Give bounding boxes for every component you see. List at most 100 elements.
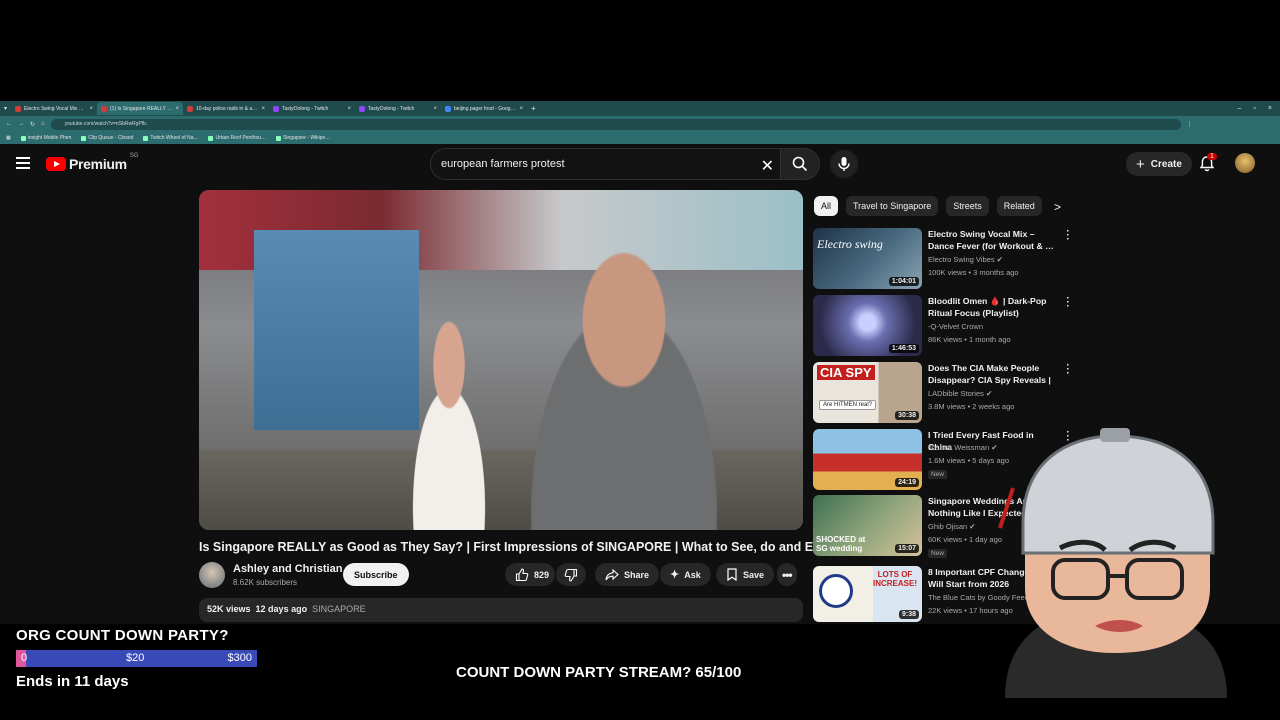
goal-progress-bar: 0 $20 $300 — [16, 650, 257, 667]
tab-search-chevron-icon[interactable]: ▾ — [0, 105, 11, 112]
bookmark-favicon-icon — [20, 135, 26, 141]
url-field[interactable]: youtube.com/watch?v=nSbRwRgPflc — [50, 118, 1181, 130]
browser-tab[interactable]: 10-day police raids in & arou… × — [183, 102, 269, 115]
thumbnail-text: Electro swing — [817, 237, 883, 251]
video-thumbnail[interactable]: 24:19 — [813, 429, 922, 490]
bookmark-label: Singapore - Wikipe… — [283, 135, 331, 141]
bookmark-item[interactable]: Singapore - Wikipe… — [276, 135, 330, 141]
goal-end-text: Ends in 11 days — [16, 673, 129, 690]
close-tab-icon[interactable]: × — [262, 106, 266, 112]
video-player[interactable] — [199, 190, 803, 530]
bookmark-item[interactable]: insight Mobile Phen — [20, 135, 72, 141]
youtube-favicon-icon — [187, 105, 194, 112]
save-label: Save — [743, 569, 765, 580]
search-button[interactable] — [780, 148, 820, 180]
dislike-button[interactable] — [556, 563, 586, 586]
new-tab-plus-icon[interactable]: + — [527, 104, 540, 113]
maximize-icon[interactable]: ▫ — [1253, 105, 1255, 112]
clear-search-icon[interactable]: ✕ — [761, 156, 774, 176]
share-arrow-icon — [605, 568, 619, 580]
subscribe-button[interactable]: Subscribe — [343, 563, 409, 586]
minimize-icon[interactable]: – — [1238, 105, 1242, 112]
close-tab-icon[interactable]: × — [434, 106, 438, 112]
bookmark-favicon-icon — [81, 135, 87, 141]
new-badge: New — [928, 470, 948, 479]
channel-name[interactable]: Ashley and Christian — [233, 563, 342, 575]
browser-tab[interactable]: TastyOolong - Twitch × — [269, 102, 355, 115]
extensions-icon[interactable]: ⋮ — [1187, 121, 1193, 128]
chip-related[interactable]: Related — [996, 196, 1042, 216]
thumbnail-text: LOTS OF INCREASE! — [872, 570, 917, 588]
hashtag-link[interactable]: SINGAPORE — [312, 604, 366, 614]
video-frame-person — [494, 230, 754, 530]
browser-tab[interactable]: TastyOolong - Twitch × — [355, 102, 441, 115]
share-button[interactable]: Share — [595, 563, 660, 586]
ask-button[interactable]: ✦ Ask — [660, 563, 711, 586]
back-arrow-icon[interactable]: ← — [6, 121, 12, 127]
channel-line: Electro Swing Vibes ✔ — [928, 255, 1003, 264]
bookmark-item[interactable]: Twitch Wheel of Na… — [143, 135, 198, 141]
chip-all[interactable]: All — [814, 196, 839, 216]
close-tab-icon[interactable]: × — [90, 106, 94, 112]
youtube-premium-logo[interactable]: Premium SG — [46, 153, 138, 172]
recommended-video[interactable]: 1:46:53 Bloodlit Omen 🩸 | Dark-Pop Ritua… — [813, 294, 1073, 357]
bookmark-item[interactable]: Clip Queue - Closed — [81, 135, 133, 141]
hamburger-menu-icon[interactable] — [16, 157, 30, 169]
related-filter-chips: All Travel to Singapore Streets Related — [814, 196, 1042, 216]
like-count: 829 — [534, 569, 550, 580]
video-duration: 9:38 — [898, 610, 919, 619]
save-button[interactable]: Save — [716, 563, 775, 586]
bookmarks-bar: ▦ insight Mobile Phen Clip Queue - Close… — [0, 132, 1280, 144]
bookmark-label: insight Mobile Phen — [27, 135, 72, 141]
video-thumbnail[interactable]: Electro swing 1:04:01 — [813, 228, 922, 289]
upload-age: 12 days ago — [255, 604, 308, 614]
recommended-video[interactable]: CIA SPY Are HITMEN real? 30:38 Does The … — [813, 361, 1073, 424]
reload-icon[interactable]: ↻ — [30, 121, 35, 128]
browser-tab[interactable]: Electro Swing Vocal Mix – Blo…× — [11, 102, 97, 115]
goal-max-value: $300 — [227, 652, 252, 664]
video-thumbnail[interactable]: 1:46:53 — [813, 295, 922, 356]
tab-title: 10-day police raids in & arou… — [196, 105, 259, 112]
tab-title: (1) Is Singapore REALLY a… — [110, 105, 173, 112]
thumbs-down-icon — [564, 568, 578, 582]
video-thumbnail[interactable]: SHOCKED at SG wedding 15:07 — [813, 495, 922, 556]
video-title: Electro Swing Vocal Mix – Dance Fever (f… — [928, 229, 1054, 251]
close-tab-icon[interactable]: × — [348, 106, 352, 112]
recommended-video[interactable]: Electro swing 1:04:01 Electro Swing Voca… — [813, 227, 1073, 290]
video-thumbnail[interactable]: CIA SPY Are HITMEN real? 30:38 — [813, 362, 922, 423]
search-icon — [792, 156, 808, 172]
account-avatar[interactable] — [1235, 153, 1255, 173]
search-input[interactable]: european farmers protest ✕ — [430, 148, 780, 180]
browser-tab[interactable]: beijing pager food - Google … × — [441, 102, 527, 115]
youtube-header: Premium SG european farmers protest ✕ + … — [0, 144, 1280, 184]
bookmark-item[interactable]: Urban Roof Penthou… — [208, 135, 266, 141]
more-vertical-icon[interactable]: ··· — [1065, 227, 1071, 245]
voice-search-button[interactable] — [830, 150, 858, 178]
chevron-right-icon[interactable]: > — [1054, 200, 1061, 214]
close-tab-icon[interactable]: × — [176, 106, 180, 112]
google-favicon-icon — [445, 105, 452, 112]
video-duration: 15:07 — [895, 544, 919, 553]
more-vertical-icon[interactable]: ··· — [1065, 361, 1071, 379]
more-horizontal-icon: ••• — [782, 567, 793, 582]
logo-text: Premium — [69, 156, 127, 172]
more-vertical-icon[interactable]: ··· — [1065, 294, 1071, 312]
chip-streets[interactable]: Streets — [946, 196, 989, 216]
video-thumbnail[interactable]: LOTS OF INCREASE! 9:38 — [813, 566, 922, 622]
chip-travel-to-singapore[interactable]: Travel to Singapore — [846, 196, 939, 216]
thumbnail-text: CIA SPY — [817, 365, 875, 380]
like-button[interactable]: 829 — [505, 563, 556, 586]
video-frame-person — [389, 310, 509, 530]
more-actions-button[interactable]: ••• — [777, 563, 797, 586]
channel-avatar[interactable] — [199, 562, 225, 588]
description-box[interactable]: 52K views 12 days ago SINGAPORE — [199, 598, 803, 622]
video-meta: 86K views • 1 month ago — [928, 335, 1011, 344]
browser-address-bar: ← → ↻ ⌂ youtube.com/watch?v=nSbRwRgPflc … — [0, 116, 1280, 132]
forward-arrow-icon[interactable]: → — [18, 121, 24, 127]
create-button[interactable]: + Create — [1126, 152, 1192, 176]
home-icon[interactable]: ⌂ — [41, 121, 45, 127]
close-tab-icon[interactable]: × — [520, 106, 524, 112]
apps-grid-icon[interactable]: ▦ — [6, 135, 11, 141]
browser-tab-active[interactable]: (1) Is Singapore REALLY a… × — [97, 102, 184, 115]
close-window-icon[interactable]: × — [1268, 105, 1272, 112]
